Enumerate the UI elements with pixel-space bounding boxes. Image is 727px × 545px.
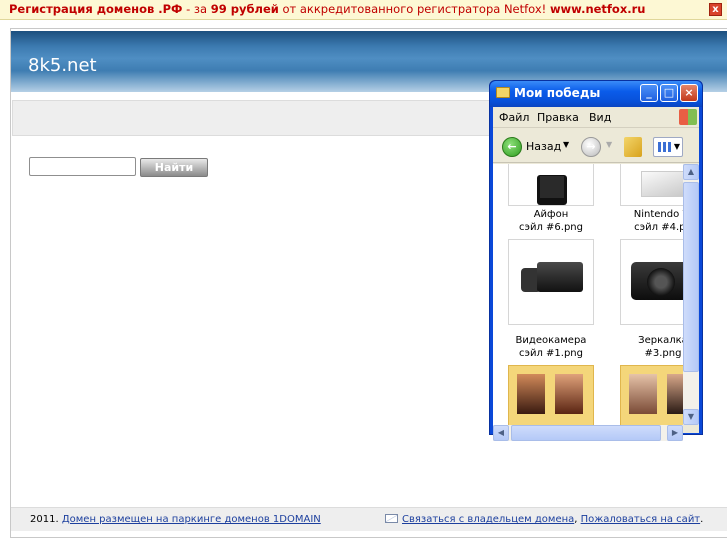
explorer-title: Мои победы bbox=[514, 86, 601, 100]
page-footer: 2011. Домен размещен на паркинге доменов… bbox=[11, 507, 727, 531]
file-caption: Зеркалка #3.png bbox=[615, 334, 683, 360]
menu-file: Файл bbox=[499, 111, 530, 124]
close-window-icon: × bbox=[680, 84, 698, 102]
footer-trail: . bbox=[700, 514, 704, 525]
horizontal-scrollbar: ◀ ▶ bbox=[493, 425, 683, 441]
scroll-left-icon: ◀ bbox=[493, 425, 509, 441]
scroll-up-icon: ▲ bbox=[683, 164, 699, 180]
promo-text-dash: - за bbox=[182, 2, 211, 16]
file-caption: Nintendo W сэйл #4.pn bbox=[615, 208, 683, 234]
explorer-titlebar: Мои победы _ □ × bbox=[490, 81, 702, 107]
explorer-body: Файл Правка Вид ← Назад ▼ → ▼ ▼ Айфон сэ… bbox=[493, 107, 699, 441]
file-name-line2: #3.png bbox=[644, 348, 682, 359]
folder-photos-image bbox=[508, 365, 594, 425]
explorer-file-area: Айфон сэйл #6.png Nintendo W сэйл #4.pn … bbox=[493, 164, 683, 425]
file-name-line2: сэйл #1.png bbox=[518, 348, 583, 359]
scroll-thumb bbox=[683, 182, 699, 372]
file-name-line1: Айфон bbox=[533, 209, 569, 220]
maximize-icon: □ bbox=[660, 84, 678, 102]
scroll-down-icon: ▼ bbox=[683, 409, 699, 425]
chevron-down-icon: ▼ bbox=[606, 140, 613, 149]
parking-link[interactable]: Домен размещен на паркинге доменов 1DOMA… bbox=[62, 514, 321, 525]
menu-edit: Правка bbox=[537, 111, 579, 124]
dslr-camera-image bbox=[620, 239, 683, 325]
wii-image bbox=[620, 164, 683, 206]
vertical-scrollbar: ▲ ▼ bbox=[683, 164, 699, 425]
iphone-image bbox=[508, 164, 594, 206]
file-name-line2: сэйл #4.pn bbox=[634, 222, 683, 233]
footer-year: 2011 bbox=[30, 514, 56, 525]
explorer-window-image: Мои победы _ □ × Файл Правка Вид ← Назад… bbox=[489, 80, 703, 441]
promo-link[interactable]: www.netfox.ru bbox=[550, 2, 646, 16]
explorer-menubar: Файл Правка Вид bbox=[493, 107, 699, 128]
close-icon[interactable]: x bbox=[709, 3, 722, 16]
site-title[interactable]: 8k5.net bbox=[28, 55, 97, 76]
file-name-line2: сэйл #6.png bbox=[518, 222, 583, 233]
file-name-line1: Nintendo W bbox=[633, 209, 683, 220]
mail-icon bbox=[385, 514, 398, 523]
back-arrow-icon: ← bbox=[502, 137, 522, 157]
chevron-down-icon: ▼ bbox=[563, 140, 570, 149]
scroll-right-icon: ▶ bbox=[667, 425, 683, 441]
folder-photos-image bbox=[620, 365, 683, 425]
footer-left: 2011. Домен размещен на паркинге доменов… bbox=[30, 514, 321, 525]
promo-text-registrar: от аккредитованного регистратора Netfox! bbox=[278, 2, 550, 16]
file-caption: Айфон сэйл #6.png bbox=[503, 208, 599, 234]
file-name-line1: Видеокамера bbox=[515, 335, 587, 346]
back-label: Назад bbox=[526, 140, 562, 153]
promo-headline[interactable]: Регистрация доменов .РФ bbox=[9, 2, 182, 16]
minimize-icon: _ bbox=[640, 84, 658, 102]
search-button[interactable]: Найти bbox=[140, 158, 208, 177]
footer-right: Связаться с владельцем домена, Пожаловат… bbox=[385, 508, 703, 532]
scroll-thumb bbox=[511, 425, 661, 441]
file-name-line1: Зеркалка bbox=[638, 335, 683, 346]
forward-arrow-icon: → bbox=[581, 137, 601, 157]
views-icon: ▼ bbox=[653, 137, 683, 157]
folder-icon bbox=[496, 87, 510, 98]
report-site-link[interactable]: Пожаловаться на сайт bbox=[581, 514, 701, 525]
windows-logo-icon bbox=[679, 109, 697, 125]
contact-owner-link[interactable]: Связаться с владельцем домена bbox=[402, 514, 574, 525]
promo-bar: Регистрация доменов .РФ - за 99 рублей о… bbox=[0, 0, 727, 20]
menu-view: Вид bbox=[589, 111, 612, 124]
file-caption: Видеокамера сэйл #1.png bbox=[503, 334, 599, 360]
camcorder-image bbox=[508, 239, 594, 325]
content-bar bbox=[12, 100, 491, 136]
search-input[interactable] bbox=[29, 157, 136, 176]
explorer-toolbar: ← Назад ▼ → ▼ ▼ bbox=[493, 129, 699, 163]
promo-price: 99 рублей bbox=[210, 2, 279, 16]
folder-up-icon bbox=[624, 137, 642, 157]
